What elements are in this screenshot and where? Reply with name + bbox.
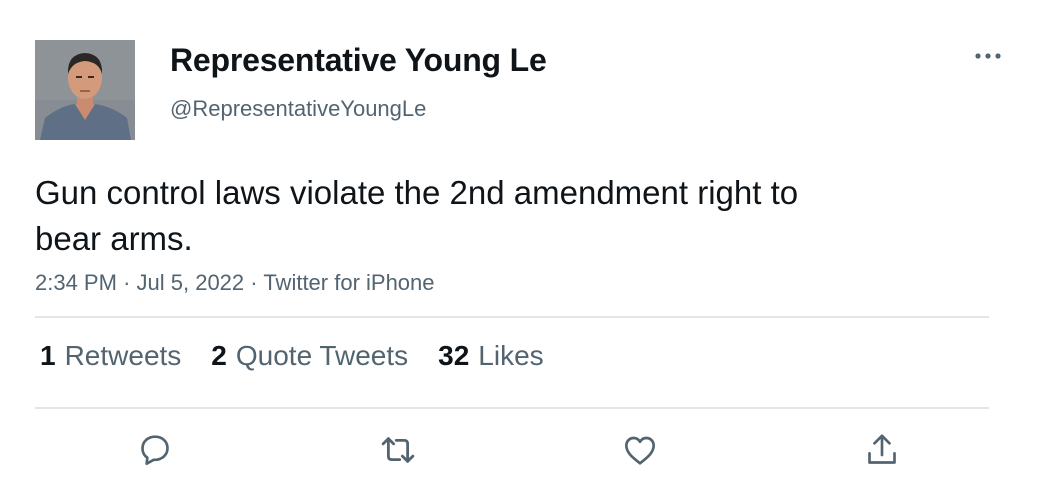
avatar-photo: [35, 40, 135, 140]
share-upload-icon: [868, 434, 896, 464]
retweet-button[interactable]: [376, 428, 420, 472]
likes-count: 32: [438, 340, 470, 371]
meta-separator: ·: [123, 270, 131, 295]
engagement-stats: 1 Retweets 2 Quote Tweets 32 Likes: [40, 340, 544, 372]
divider: [35, 316, 989, 318]
avatar[interactable]: [35, 40, 135, 140]
more-horizontal-icon: [975, 53, 1001, 59]
like-button[interactable]: [618, 428, 662, 472]
tweet-text-line: bear arms.: [35, 220, 193, 257]
tweet-metadata: 2:34 PM · Jul 5, 2022 · Twitter for iPho…: [35, 270, 435, 296]
tweet-text-line: Gun control laws violate the 2nd amendme…: [35, 174, 799, 211]
reply-bubble-icon: [141, 435, 169, 465]
likes-label: Likes: [478, 340, 544, 371]
tweet-text: Gun control laws violate the 2nd amendme…: [35, 170, 915, 262]
divider: [35, 407, 989, 409]
quote-tweets-count: 2: [211, 340, 227, 371]
retweet-arrows-icon: [381, 437, 415, 463]
reply-button[interactable]: [133, 428, 177, 472]
tweet-source[interactable]: Twitter for iPhone: [263, 270, 434, 295]
more-options-button[interactable]: [968, 42, 1008, 70]
author-handle[interactable]: @RepresentativeYoungLe: [170, 96, 426, 122]
share-button[interactable]: [860, 428, 904, 472]
retweets-label: Retweets: [64, 340, 182, 371]
tweet-date[interactable]: Jul 5, 2022: [137, 270, 245, 295]
retweets-stat[interactable]: 1 Retweets: [40, 340, 181, 372]
tweet-card: Representative Young Le @RepresentativeY…: [0, 0, 1050, 480]
quote-tweets-label: Quote Tweets: [235, 340, 409, 371]
meta-separator: ·: [250, 270, 258, 295]
likes-stat[interactable]: 32 Likes: [438, 340, 544, 372]
heart-icon: [625, 436, 655, 465]
retweets-count: 1: [40, 340, 56, 371]
tweet-time[interactable]: 2:34 PM: [35, 270, 117, 295]
action-bar: [0, 428, 1050, 472]
author-display-name[interactable]: Representative Young Le: [170, 42, 547, 79]
quote-tweets-stat[interactable]: 2 Quote Tweets: [211, 340, 408, 372]
